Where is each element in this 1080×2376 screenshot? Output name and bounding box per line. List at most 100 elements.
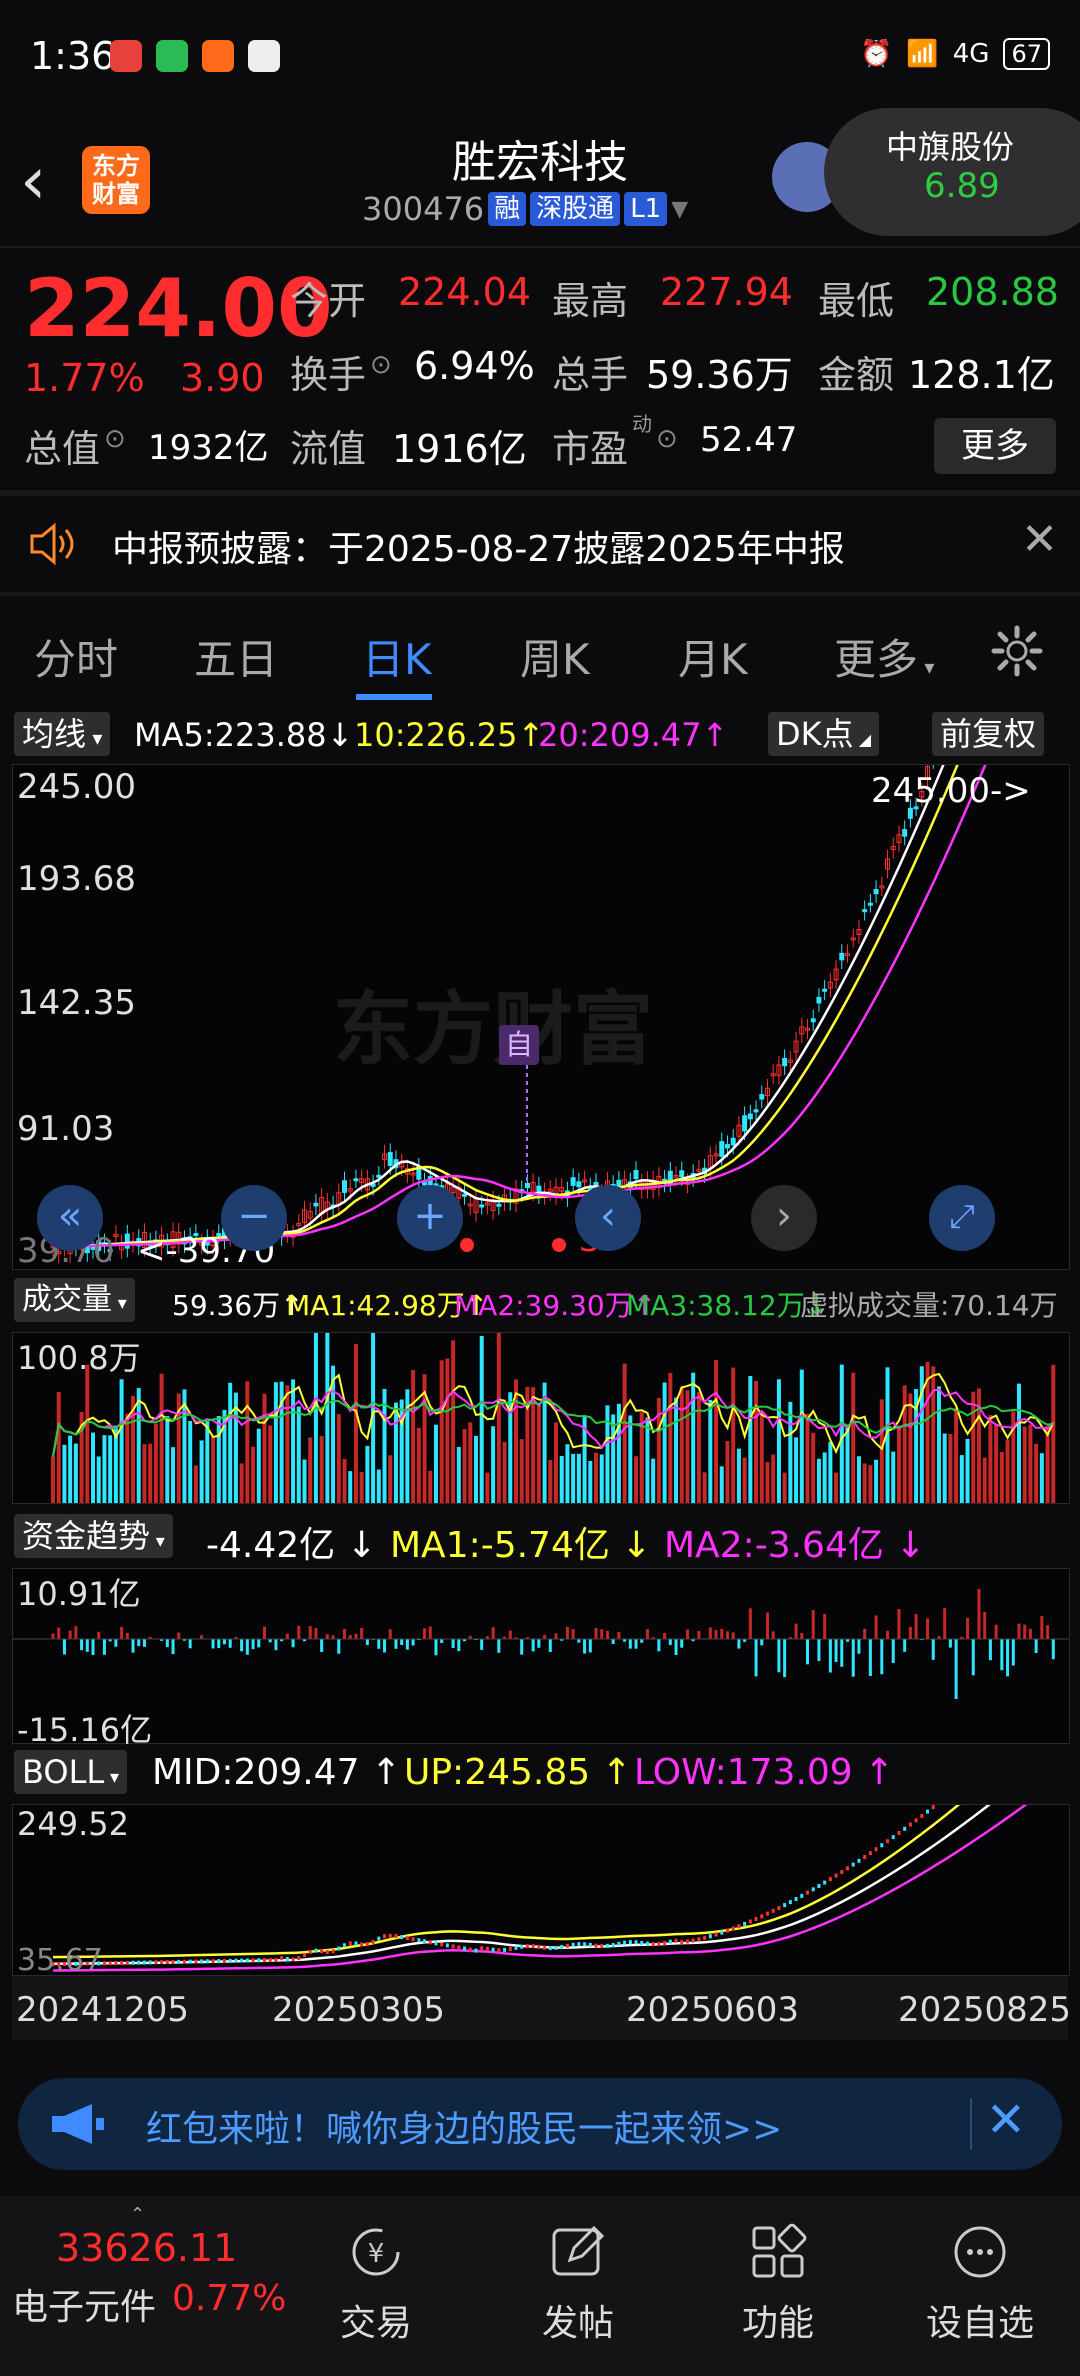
tab-daily-k[interactable]: 日K — [362, 626, 432, 687]
boll-y-bottom: 35.67 — [17, 1943, 103, 1978]
nav-trade[interactable]: ¥ 交易 — [306, 2222, 446, 2346]
close-icon[interactable]: ✕ — [986, 2092, 1026, 2148]
boll-candle — [211, 1959, 215, 1964]
boll-candle — [851, 1862, 855, 1867]
nav-add-watchlist[interactable]: 设自选 — [910, 2222, 1050, 2346]
tab-monthly-k[interactable]: 月K — [678, 626, 748, 687]
boll-dropdown[interactable]: BOLL ▾ — [14, 1750, 127, 1794]
fullscreen-button[interactable]: ⤢ — [929, 1185, 995, 1251]
fund-bar — [777, 1639, 781, 1673]
self-select-marker[interactable]: 自 — [499, 1025, 539, 1065]
info-icon[interactable]: ⊙ — [104, 424, 126, 454]
boll-candle — [497, 1948, 501, 1953]
kline-chart[interactable]: 东方财富 245.00 193.68 142.35 91.03 39.70 24… — [12, 764, 1070, 1271]
boll-candle — [703, 1935, 707, 1940]
fund-bar — [657, 1639, 661, 1652]
info-icon[interactable]: ⊙ — [656, 424, 678, 454]
volume-y-top: 100.8万 — [17, 1339, 141, 1377]
index-name[interactable]: 电子元件 — [12, 2278, 156, 2330]
candle — [462, 1193, 468, 1197]
close-icon[interactable]: ✕ — [1021, 514, 1058, 565]
open-label: 今开 — [290, 279, 367, 323]
fund-chart[interactable]: 10.91亿 -15.16亿 — [12, 1568, 1070, 1749]
fund-bar — [120, 1626, 124, 1639]
boll-candle — [165, 1960, 169, 1965]
candle — [496, 1203, 502, 1207]
turnover-value: 6.94% — [414, 344, 535, 388]
scroll-right-button[interactable]: › — [751, 1185, 817, 1251]
volume-dropdown[interactable]: 成交量 ▾ — [14, 1278, 135, 1322]
index-percent[interactable]: 0.77% — [172, 2278, 286, 2319]
more-icon — [954, 2226, 1006, 2278]
scroll-left-far-button[interactable]: « — [37, 1185, 103, 1251]
more-button[interactable]: 更多 — [934, 418, 1056, 474]
volume-bar — [954, 1407, 959, 1503]
volume-bar — [148, 1443, 153, 1503]
fund-dropdown[interactable]: 资金趋势 ▾ — [14, 1514, 173, 1558]
stock-code-line[interactable]: 300476 融 深股通 L1 ▼ — [362, 190, 688, 228]
tab-more[interactable]: 更多 ▾ — [834, 626, 934, 687]
fund-bar — [948, 1639, 952, 1648]
fund-bar — [314, 1628, 318, 1639]
fund-bar — [668, 1639, 672, 1646]
stock-popup[interactable]: 中旗股份 6.89 — [824, 108, 1080, 236]
boll-chart[interactable]: 249.52 35.67 — [12, 1804, 1070, 1978]
indicator-dropdown[interactable]: 均线 ▾ — [14, 712, 111, 756]
nav-post[interactable]: 发帖 — [508, 2222, 648, 2346]
candle — [679, 1170, 685, 1178]
candle — [839, 952, 845, 961]
zoom-out-button[interactable]: − — [221, 1185, 287, 1251]
volume-bar — [971, 1391, 976, 1503]
fund-bar — [428, 1626, 432, 1639]
tab-five-day[interactable]: 五日 — [194, 626, 278, 687]
boll-candle — [257, 1958, 261, 1963]
fund-bar — [388, 1629, 392, 1639]
zoom-in-button[interactable]: + — [397, 1185, 463, 1251]
scroll-left-button[interactable]: ‹ — [575, 1185, 641, 1251]
notice-bar[interactable]: 中报预披露：于2025-08-27披露2025年中报 ✕ — [0, 496, 1080, 592]
total-value: 1932亿 — [148, 428, 269, 468]
fund-bar — [51, 1633, 55, 1639]
gear-icon[interactable] — [990, 624, 1044, 678]
volume-bar — [519, 1439, 524, 1503]
volume-current: 59.36万↑ — [172, 1289, 304, 1322]
boll-candle — [857, 1858, 861, 1863]
volume-bar — [679, 1386, 684, 1503]
boll-candle — [222, 1958, 226, 1963]
boll-candle — [525, 1944, 529, 1949]
fund-bar — [583, 1639, 587, 1654]
volume-bar — [942, 1433, 947, 1503]
index-value[interactable]: 33626.11 — [56, 2226, 237, 2270]
boll-candle — [274, 1957, 278, 1962]
fund-bar — [1040, 1615, 1044, 1639]
promo-banner[interactable]: 红包来啦！喊你身边的股民一起来领>> ✕ — [18, 2078, 1062, 2170]
volume-bar — [262, 1393, 267, 1503]
boll-candle — [720, 1930, 724, 1935]
amount-value: 128.1亿 — [908, 353, 1055, 397]
volume-bar — [828, 1441, 833, 1503]
volume-bar — [313, 1333, 318, 1503]
volume-bar — [674, 1397, 679, 1503]
connect-tag: 深股通 — [530, 192, 621, 226]
volume-bar — [348, 1471, 353, 1503]
fund-bar — [200, 1635, 204, 1639]
candle — [816, 996, 822, 1004]
tab-intraday[interactable]: 分时 — [34, 626, 118, 687]
info-icon[interactable]: ⊙ — [370, 350, 392, 380]
fund-bar — [228, 1639, 232, 1648]
volume-bar — [96, 1456, 101, 1503]
tab-weekly-k[interactable]: 周K — [520, 626, 590, 687]
chart-tabs: 分时 五日 日K 周K 月K 更多 ▾ — [0, 596, 1080, 706]
nav-functions[interactable]: 功能 — [708, 2222, 848, 2346]
boll-candle — [725, 1928, 729, 1933]
boll-candle — [594, 1943, 598, 1948]
volume-bar — [319, 1436, 324, 1503]
fund-bar — [325, 1634, 329, 1639]
chevron-up-icon[interactable]: ⌃ — [130, 2204, 145, 2225]
volume-chart[interactable]: 100.8万 — [12, 1332, 1070, 1504]
boll-candle — [674, 1938, 678, 1943]
adjust-button[interactable]: 前复权 — [932, 712, 1045, 756]
fund-bar — [931, 1639, 935, 1660]
fund-bar — [343, 1628, 347, 1639]
dk-point-button[interactable]: DK点 ◢ — [768, 712, 880, 756]
